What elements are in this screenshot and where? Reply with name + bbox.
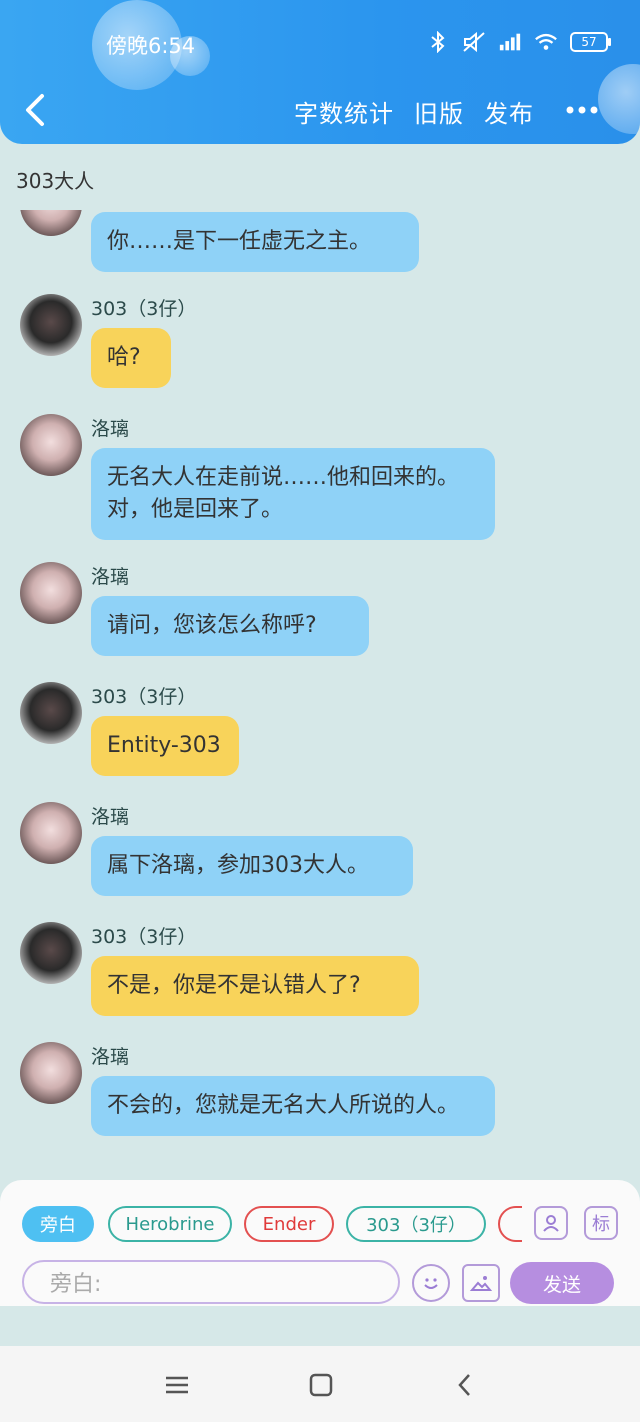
avatar[interactable] — [20, 294, 82, 356]
message-bubble[interactable]: 你……是下一任虚无之主。 — [91, 212, 419, 272]
message-bubble[interactable]: 属下洛璃，参加303大人。 — [91, 836, 413, 896]
message-bubble[interactable]: 不是，你是不是认错人了? — [91, 956, 419, 1016]
message-bubble[interactable]: 哈? — [91, 328, 171, 388]
image-icon — [469, 1276, 493, 1291]
chat-list[interactable]: 你……是下一任虚无之主。 303（3仔） 哈? 洛璃 无名大人在走前说……他和回… — [0, 210, 640, 1180]
avatar[interactable] — [20, 922, 82, 984]
signal-icon — [498, 30, 522, 54]
smile-icon — [424, 1278, 438, 1289]
status-icons: 57 — [426, 30, 611, 54]
sender-name: 洛璃 — [91, 418, 130, 440]
system-navigation-bar — [0, 1346, 640, 1422]
chip-ender[interactable]: Ender — [244, 1206, 334, 1242]
person-icon — [543, 1215, 559, 1232]
avatar[interactable] — [20, 210, 82, 236]
sender-name: 303（3仔） — [91, 926, 197, 948]
decor-bubble — [598, 64, 640, 134]
square-icon — [309, 1373, 333, 1397]
message-bubble[interactable]: Entity-303 — [91, 716, 239, 776]
old-version-button[interactable]: 旧版 — [414, 94, 464, 129]
chip-narration[interactable]: 旁白 — [22, 1206, 94, 1242]
bluetooth-icon — [426, 30, 450, 54]
sender-name: 303（3仔） — [91, 298, 197, 320]
message-input[interactable]: 旁白: — [22, 1260, 400, 1304]
image-button[interactable] — [462, 1264, 500, 1302]
message-bubble[interactable]: 请问，您该怎么称呼? — [91, 596, 369, 656]
avatar[interactable] — [20, 802, 82, 864]
message-bubble[interactable]: 不会的，您就是无名大人所说的人。 — [91, 1076, 495, 1136]
avatar[interactable] — [20, 562, 82, 624]
chat-title: 303大人 — [16, 169, 95, 193]
avatar[interactable] — [20, 1042, 82, 1104]
mute-icon — [462, 30, 486, 54]
sender-name: 303（3仔） — [91, 686, 197, 708]
recent-apps-button[interactable] — [162, 1370, 192, 1400]
status-time: 傍晚6:54 — [106, 34, 196, 58]
system-back-button[interactable] — [450, 1370, 480, 1400]
more-options-button[interactable] — [564, 98, 600, 122]
chip-more[interactable] — [498, 1206, 522, 1242]
sender-name: 洛璃 — [91, 566, 130, 588]
tag-button[interactable]: 标 — [584, 1206, 618, 1240]
home-button[interactable] — [306, 1370, 336, 1400]
role-chips: 旁白 Herobrine Ender 303（3仔） — [22, 1206, 522, 1246]
chip-303[interactable]: 303（3仔） — [346, 1206, 486, 1242]
send-button[interactable]: 发送 — [510, 1262, 614, 1304]
message-bubble[interactable]: 无名大人在走前说……他和回来的。对，他是回来了。 — [91, 448, 495, 540]
avatar[interactable] — [20, 414, 82, 476]
composer-panel: 旁白 Herobrine Ender 303（3仔） 标 旁白: 发送 — [0, 1180, 640, 1306]
back-button[interactable] — [20, 90, 56, 130]
sender-name: 洛璃 — [91, 1046, 130, 1068]
sender-name: 洛璃 — [91, 806, 130, 828]
avatar[interactable] — [20, 682, 82, 744]
emoji-button[interactable] — [412, 1264, 450, 1302]
battery-icon: 57 — [570, 32, 611, 52]
chip-herobrine[interactable]: Herobrine — [108, 1206, 232, 1242]
header-actions: 字数统计 旧版 发布 — [294, 94, 534, 129]
chevron-left-icon — [458, 1374, 470, 1396]
word-count-button[interactable]: 字数统计 — [294, 94, 394, 129]
publish-button[interactable]: 发布 — [484, 94, 534, 129]
app-header: 傍晚6:54 57 字数统计 旧版 发布 — [0, 0, 640, 144]
menu-icon — [166, 1376, 188, 1394]
wifi-icon — [534, 30, 558, 54]
character-button[interactable] — [534, 1206, 568, 1240]
